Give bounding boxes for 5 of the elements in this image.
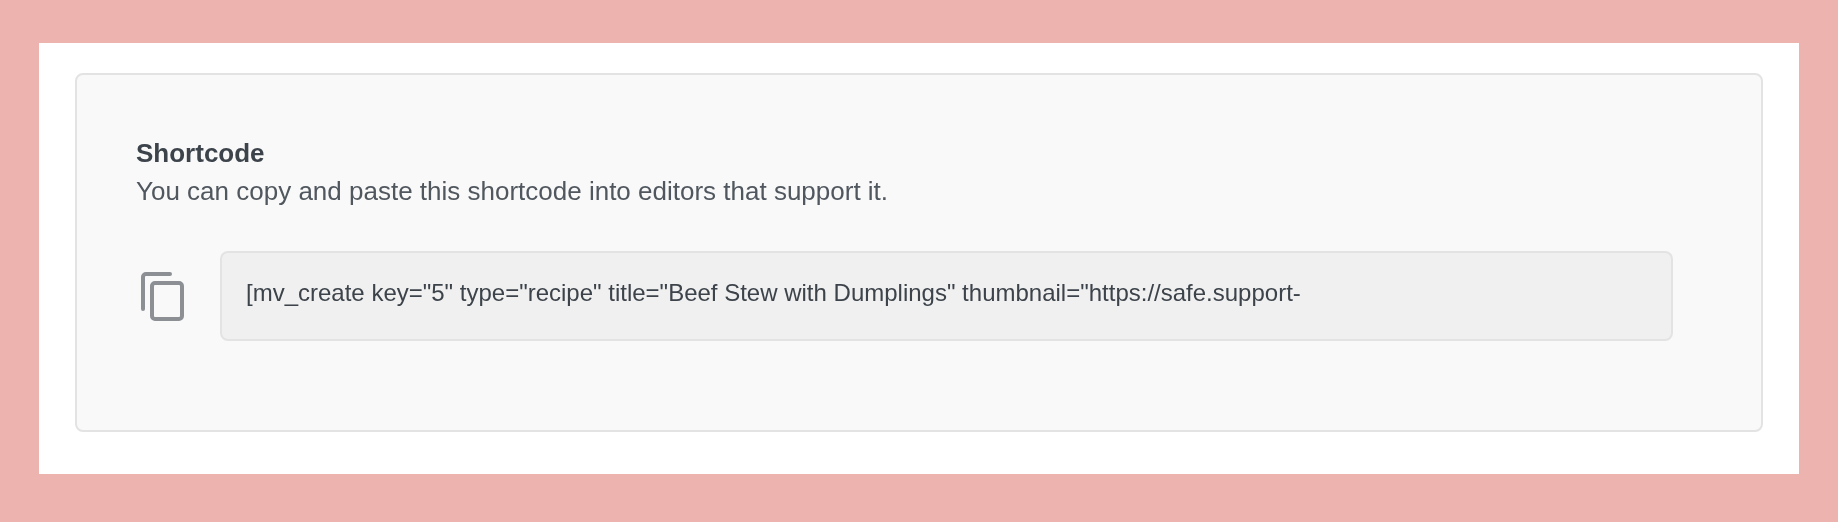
copy-icon[interactable] [140,271,186,321]
section-description: You can copy and paste this shortcode into editors that support it. [136,175,890,208]
shortcode-text: [mv_create key="5" type="recipe" title="Beef Stew with Dumplings" thumbnail="https://safe.support- [246,279,1301,306]
shortcode-field[interactable]: [mv_create key="5" type="recipe" title="Beef Stew with Dumplings" thumbnail="https://safe.support- [220,251,1673,341]
section-title: Shortcode [136,137,266,169]
